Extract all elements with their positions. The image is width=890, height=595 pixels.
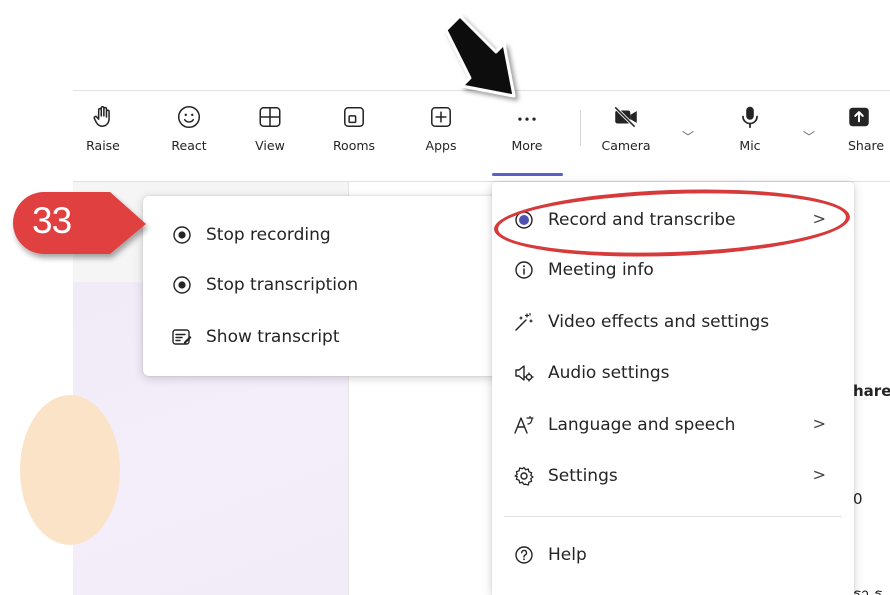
- meeting-info-label: Meeting info: [548, 260, 654, 280]
- hand-icon: [93, 106, 110, 127]
- stop-recording-label: Stop recording: [206, 225, 331, 245]
- video-effects-icon: [512, 310, 536, 334]
- help-icon: [512, 543, 536, 567]
- info-icon: [512, 258, 536, 282]
- more-button[interactable]: More: [495, 104, 559, 166]
- stop-record-icon: [171, 274, 193, 296]
- raise-hand-button[interactable]: Raise: [71, 104, 135, 166]
- grid-icon: [259, 107, 281, 127]
- camera-label: Camera: [601, 138, 651, 153]
- pointer-arrow-icon: [444, 14, 516, 98]
- participant-avatar: [20, 395, 120, 545]
- show-transcript-item[interactable]: Show transcript: [143, 312, 506, 362]
- react-label: React: [171, 138, 207, 153]
- apps-label: Apps: [425, 138, 457, 153]
- share-button[interactable]: Share: [828, 104, 890, 166]
- language-icon: [512, 413, 536, 437]
- more-active-indicator: [492, 173, 563, 176]
- teams-meeting-window: hare 0 รา ร Raise React View Rooms Apps …: [0, 0, 890, 595]
- transcript-icon: [171, 326, 193, 348]
- settings-item[interactable]: Settings >: [492, 451, 854, 501]
- stop-transcription-label: Stop transcription: [206, 275, 359, 295]
- speaker-settings-icon: [512, 361, 536, 385]
- mic-options-chevron-icon[interactable]: ﹀: [803, 128, 815, 145]
- apps-button[interactable]: Apps: [409, 104, 473, 166]
- gear-icon: [512, 464, 536, 488]
- mic-icon: [742, 106, 758, 129]
- smiley-icon: [177, 105, 201, 129]
- raise-hand-label: Raise: [86, 138, 120, 153]
- record-submenu: Stop recording Stop transcription Show t…: [143, 196, 506, 376]
- rooms-button[interactable]: Rooms: [322, 104, 386, 166]
- stop-record-icon: [171, 224, 193, 246]
- react-button[interactable]: React: [157, 104, 221, 166]
- submenu-arrow-icon: >: [812, 465, 826, 484]
- video-effects-item[interactable]: Video effects and settings: [492, 297, 854, 347]
- menu-divider: [504, 516, 842, 517]
- settings-label: Settings: [548, 466, 618, 486]
- more-label: More: [511, 138, 543, 153]
- audio-settings-label: Audio settings: [548, 363, 670, 383]
- show-transcript-label: Show transcript: [206, 327, 340, 347]
- rooms-label: Rooms: [332, 138, 376, 153]
- side-panel-text: hare: [853, 382, 890, 400]
- help-item[interactable]: Help: [492, 530, 854, 580]
- rooms-icon: [344, 107, 364, 127]
- share-icon: [849, 107, 869, 127]
- side-panel: hare 0 รา ร: [852, 182, 890, 595]
- view-label: View: [255, 138, 285, 153]
- side-panel-text: รา ร: [853, 585, 883, 595]
- toolbar-separator: [580, 110, 581, 146]
- mic-label: Mic: [739, 138, 761, 153]
- language-and-speech-label: Language and speech: [548, 415, 736, 435]
- help-label: Help: [548, 545, 587, 565]
- share-label: Share: [848, 138, 885, 153]
- camera-off-icon: [614, 106, 637, 128]
- mic-button[interactable]: Mic: [718, 104, 782, 166]
- video-effects-label: Video effects and settings: [548, 312, 770, 332]
- side-panel-text: 0: [853, 490, 863, 508]
- view-button[interactable]: View: [238, 104, 302, 166]
- camera-button[interactable]: Camera: [594, 104, 658, 166]
- stop-recording-item[interactable]: Stop recording: [143, 210, 506, 260]
- submenu-arrow-icon: >: [812, 414, 826, 433]
- camera-options-chevron-icon[interactable]: ﹀: [682, 128, 694, 145]
- language-and-speech-item[interactable]: Language and speech >: [492, 400, 854, 450]
- stop-transcription-item[interactable]: Stop transcription: [143, 260, 506, 310]
- step-number: 33: [32, 200, 72, 241]
- audio-settings-item[interactable]: Audio settings: [492, 348, 854, 398]
